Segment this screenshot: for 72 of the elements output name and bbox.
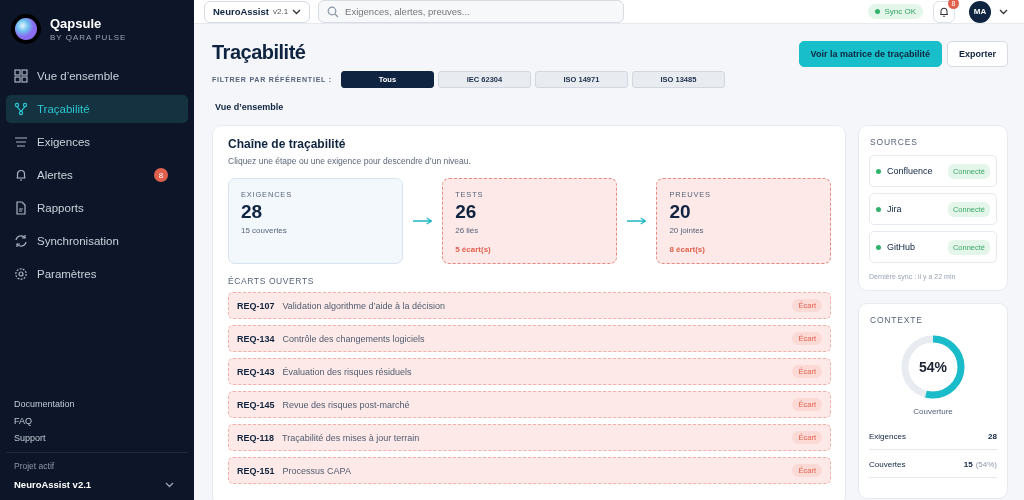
arrow-icon (412, 217, 433, 225)
logo-icon (11, 14, 41, 44)
card-title: SOURCES (869, 137, 919, 147)
list-icon (14, 135, 28, 149)
settings-icon (14, 267, 28, 281)
gap-count: 5 écart(s) (455, 245, 492, 254)
sync-status: Sync OK (868, 4, 923, 19)
sidebar-item[interactable]: Traçabilité (6, 95, 188, 123)
search-icon (327, 5, 340, 18)
search-field[interactable]: Exigences, alertes, preuves... (318, 0, 625, 23)
section-heading: ÉCARTS OUVERTS (228, 276, 316, 286)
requirement-title: Traçabilité des mises à jour terrain (282, 432, 420, 443)
help-link[interactable]: Support (14, 433, 180, 443)
step-value: 20 (669, 201, 692, 223)
card-subtitle: Cliquez une étape ou une exigence pour descendre d’un niveau. (228, 156, 472, 166)
requirement-id: REQ-107 (237, 300, 275, 311)
source-name: Jira (887, 204, 902, 214)
alert-count-badge: 8 (154, 168, 168, 182)
sidebar-item[interactable]: Synchronisation (6, 227, 188, 255)
sidebar-item[interactable]: Paramètres (6, 260, 188, 288)
brand-name: Qapsule (50, 16, 103, 31)
sidebar-item[interactable]: Alertes 8 (6, 161, 188, 189)
arrow-icon (626, 217, 647, 225)
coverage-value: 54% (919, 359, 947, 375)
sidebar-item[interactable]: Vue d’ensemble (6, 62, 188, 90)
gap-count: 8 écart(s) (669, 245, 706, 254)
step-detail: 26 liés (455, 226, 480, 235)
chevron-icon[interactable] (999, 8, 1008, 15)
view-tab[interactable]: Vue d’ensemble (215, 102, 284, 112)
source-name: Confluence (887, 166, 933, 176)
project-dropdown[interactable]: NeuroAssist v2.1 (204, 0, 311, 23)
requirement-id: REQ-151 (237, 465, 275, 476)
page-title: Traçabilité (212, 41, 307, 64)
step-detail: 15 couvertes (241, 226, 288, 235)
requirement-id: REQ-134 (237, 333, 275, 344)
requirement-title: Validation algorithme d’aide à la décision (282, 300, 445, 311)
chevron-icon (165, 481, 174, 488)
requirement-title: Revue des risques post-marché (282, 399, 410, 410)
step-detail: 20 jointes (669, 226, 705, 235)
grid-icon (14, 69, 28, 83)
help-link[interactable]: Documentation (14, 399, 180, 409)
card-title: Chaîne de traçabilité (228, 137, 347, 151)
step-value: 26 (455, 201, 478, 223)
source-name: GitHub (887, 242, 915, 252)
sidebar-item[interactable]: Exigences (6, 128, 188, 156)
branch-icon (14, 102, 28, 116)
stat-label: Couvertes (869, 460, 906, 469)
stat-value: 15 (54%) (963, 460, 997, 469)
requirement-id: REQ-143 (237, 366, 275, 377)
matrix-button[interactable]: Voir la matrice de traçabilité (798, 41, 942, 67)
card-title: CONTEXTE (869, 315, 924, 325)
user-avatar[interactable]: MA (969, 0, 991, 23)
document-icon (14, 201, 28, 215)
stat-label: Exigences (869, 432, 906, 441)
project-label: Projet actif (14, 461, 56, 471)
requirement-id: REQ-145 (237, 399, 275, 410)
bell-icon (14, 168, 28, 182)
project-selector[interactable]: NeuroAssist v2.1 (14, 479, 180, 490)
requirement-title: Contrôle des changements logiciels (282, 333, 425, 344)
bell-icon (938, 5, 950, 18)
sidebar-item[interactable]: Rapports (6, 194, 188, 222)
sync-icon (14, 234, 28, 248)
coverage-label: Couverture (912, 407, 954, 416)
export-button[interactable]: Exporter (947, 41, 1008, 67)
requirement-title: Évaluation des risques résiduels (282, 366, 412, 377)
brand-tagline: BY QARA PULSE (50, 33, 127, 42)
chevron-icon (292, 8, 302, 15)
step-value: 28 (241, 201, 264, 223)
requirement-id: REQ-118 (237, 432, 275, 443)
requirement-title: Processus CAPA (282, 465, 351, 476)
help-link[interactable]: FAQ (14, 416, 180, 426)
stat-value: 28 (988, 432, 997, 441)
